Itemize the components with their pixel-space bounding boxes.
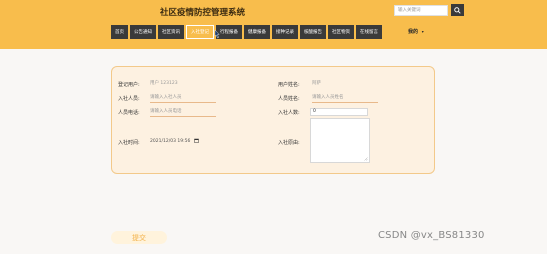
count-label: 入社人数: [278,110,300,116]
nav-item-nucleic-report[interactable]: 核酸报告 [300,25,326,39]
count-input[interactable]: 0 [310,108,368,116]
nav-item-vaccination-record[interactable]: 接种记录 [272,25,298,39]
nav-item-community-news[interactable]: 社区资讯 [158,25,184,39]
resident-label: 入社人员: [118,96,140,102]
user-name-label: 用户姓名: [278,82,300,88]
registration-form: 登记用户: 用户 123123 用户姓名: 阿萨 入社人员: 请输入入社人员 人… [111,66,435,174]
reason-label: 入社原由: [278,140,300,146]
phone-label: 人员电话: [118,110,140,116]
nav-item-entry-registration[interactable]: 入社登记 [186,25,214,39]
top-header: 社区疫情防控管理系统 输入关键词 首页 公告通知 社区资讯 入社登记 行程报备 … [0,0,547,49]
site-title: 社区疫情防控管理系统 [160,8,246,18]
register-user-label: 登记用户: [118,82,140,88]
main-nav: 首页 公告通知 社区资讯 入社登记 行程报备 健康报备 接种记录 核酸报告 社区… [111,25,382,39]
search-icon [454,6,461,14]
nav-item-home[interactable]: 首页 [111,25,128,39]
resident-input[interactable]: 请输入入社人员 [150,94,216,103]
resize-handle-icon[interactable] [363,156,368,161]
search-button[interactable] [451,4,464,16]
mouse-cursor-icon [214,29,220,39]
watermark: CSDN @vx_BS81330 [378,230,485,241]
submit-button[interactable]: 提交 [111,231,167,244]
nav-item-community-supplies[interactable]: 社区物资 [328,25,354,39]
user-name-value: 阿萨 [312,81,321,86]
chevron-down-icon: ▾ [421,29,424,34]
time-value: 2021/12/03 19:56 [150,139,191,144]
nav-item-health-report[interactable]: 健康报备 [244,25,270,39]
time-label: 入社时间: [118,140,140,146]
user-menu[interactable]: 我的 ▾ [408,28,424,35]
reason-textarea[interactable] [310,118,370,163]
phone-input[interactable]: 请输入人员电话 [150,108,216,117]
register-user-value: 用户 123123 [150,81,178,86]
user-menu-label: 我的 [408,29,419,35]
time-input[interactable]: 2021/12/03 19:56 [150,138,199,145]
person-name-input[interactable]: 请输入人员姓名 [312,94,378,103]
person-name-label: 人员姓名: [278,96,300,102]
nav-item-online-message[interactable]: 在线留言 [356,25,382,39]
search-input[interactable]: 输入关键词 [394,5,448,16]
calendar-icon[interactable] [194,138,199,143]
nav-item-announcements[interactable]: 公告通知 [130,25,156,39]
